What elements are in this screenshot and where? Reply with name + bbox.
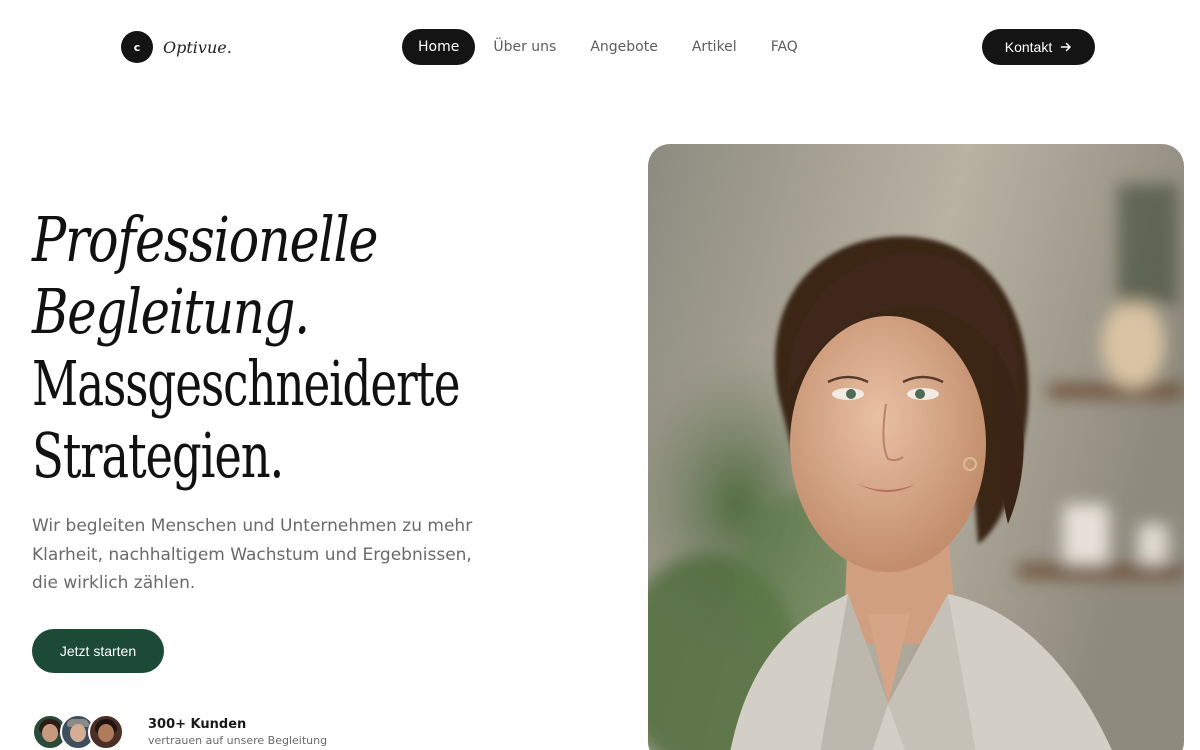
arrow-right-icon [1060, 42, 1071, 52]
hero-title: Professionelle Begleitung. Massgeschneid… [32, 204, 592, 492]
nav-item-ueber-uns[interactable]: Über uns [493, 29, 556, 65]
start-button[interactable]: Jetzt starten [32, 629, 164, 673]
social-proof: 300+ Kunden vertrauen auf unsere Begleit… [32, 712, 327, 750]
top-navigation: c Optivue. Home Über uns Angebote Artike… [0, 0, 1200, 94]
logo-mark: c [121, 31, 153, 63]
main-menu: Home Über uns Angebote Artikel FAQ [402, 29, 798, 65]
customer-avatars [32, 714, 132, 750]
hero-title-line-4: Strategien. [32, 419, 284, 492]
hero-title-line-3: Massgeschneiderte [32, 347, 461, 420]
hero-subtitle: Wir begleiten Menschen und Unternehmen z… [32, 516, 473, 593]
nav-item-home[interactable]: Home [402, 29, 476, 65]
hero-title-line-1: Professionelle [32, 203, 379, 276]
nav-item-artikel[interactable]: Artikel [692, 29, 737, 65]
nav-item-faq[interactable]: FAQ [771, 29, 798, 65]
hero-title-line-2: Begleitung. [32, 275, 310, 348]
customer-count-label: vertrauen auf unsere Begleitung [148, 734, 328, 747]
brand-logo[interactable]: c Optivue. [121, 31, 232, 63]
hero-portrait-image [648, 144, 1184, 750]
customer-count: 300+ Kunden [148, 717, 247, 732]
nav-item-angebote[interactable]: Angebote [590, 29, 658, 65]
contact-button[interactable]: Kontakt [982, 29, 1095, 65]
avatar [88, 714, 124, 750]
brand-name: Optivue. [163, 37, 232, 57]
contact-button-label: Kontakt [1004, 39, 1053, 55]
